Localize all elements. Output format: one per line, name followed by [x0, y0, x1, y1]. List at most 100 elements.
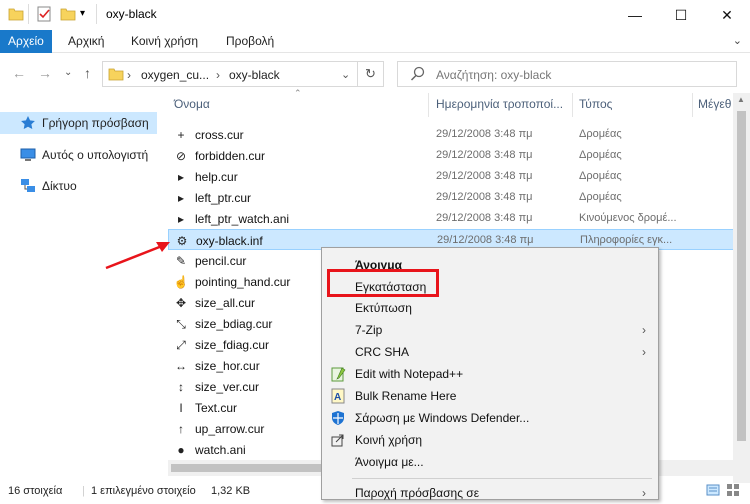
- expand-ribbon-icon[interactable]: ⌄: [733, 34, 742, 47]
- nav-item-network[interactable]: Δίκτυο: [0, 175, 157, 197]
- new-folder-icon[interactable]: [60, 6, 76, 22]
- nav-item-label: Αυτός ο υπολογιστή: [42, 148, 149, 162]
- column-type[interactable]: Τύπος: [579, 97, 612, 111]
- file-name: left_ptr.cur: [195, 191, 252, 205]
- address-row: ← → ⌄ ↑ › oxygen_cu... › oxy-black ⌄ ↻ Α…: [0, 53, 750, 93]
- menu-item-7zip[interactable]: 7-Zip ›: [322, 319, 658, 341]
- recent-locations-button[interactable]: ⌄: [64, 67, 72, 78]
- file-icon: ✥: [175, 296, 187, 310]
- file-icon: ▸: [177, 170, 185, 184]
- address-dropdown-icon[interactable]: ⌄: [341, 68, 350, 81]
- details-view-icon[interactable]: [706, 483, 720, 500]
- star-icon: [20, 115, 36, 131]
- breadcrumb-item[interactable]: oxygen_cu...: [141, 68, 209, 82]
- menu-item-label: Edit with Notepad++: [355, 367, 464, 381]
- file-name: pointing_hand.cur: [195, 275, 291, 289]
- file-icon: ▸: [177, 212, 185, 226]
- search-placeholder: Αναζήτηση: oxy-black: [436, 68, 552, 82]
- large-icons-view-icon[interactable]: [726, 483, 740, 500]
- share-icon: [330, 432, 346, 448]
- vertical-scrollbar[interactable]: ▲: [733, 93, 750, 483]
- file-name: size_hor.cur: [195, 359, 260, 373]
- menu-item-notepadpp[interactable]: Edit with Notepad++: [322, 363, 658, 385]
- title-bar: ▾ oxy-black — ☐ ✕: [0, 0, 750, 30]
- svg-text:A: A: [334, 392, 341, 403]
- forward-button[interactable]: →: [38, 65, 52, 81]
- bulk-rename-icon: A: [330, 388, 346, 404]
- tab-home[interactable]: Αρχική: [60, 30, 112, 53]
- submenu-arrow-icon: ›: [642, 323, 646, 337]
- file-type: Πληροφορίες εγκ...: [580, 234, 673, 246]
- tab-share[interactable]: Κοινή χρήση: [123, 30, 206, 53]
- minimize-button[interactable]: —: [612, 0, 658, 30]
- nav-item-this-pc[interactable]: Αυτός ο υπολογιστή: [0, 144, 157, 166]
- properties-icon[interactable]: [36, 6, 52, 22]
- table-row[interactable]: + cross.cur 29/12/2008 3:48 πμ Δρομέας: [168, 124, 738, 145]
- nav-item-quick-access[interactable]: Γρήγορη πρόσβαση: [0, 112, 157, 134]
- window-title: oxy-black: [106, 7, 157, 21]
- table-row[interactable]: ▸ help.cur 29/12/2008 3:48 πμ Δρομέας: [168, 166, 738, 187]
- menu-separator: [352, 478, 652, 479]
- file-icon: ▸: [177, 191, 185, 205]
- menu-item-print[interactable]: Εκτύπωση: [322, 297, 658, 319]
- windows-defender-icon: [330, 410, 346, 426]
- column-name[interactable]: Όνομα: [174, 97, 210, 111]
- tab-file[interactable]: Αρχείο: [0, 30, 52, 53]
- file-icon: ↕: [178, 380, 184, 394]
- breadcrumb-separator: ›: [216, 68, 220, 82]
- selected-count: 1 επιλεγμένο στοιχείο: [91, 485, 196, 497]
- file-type: Δρομέας: [579, 149, 622, 161]
- file-type: Δρομέας: [579, 191, 622, 203]
- folder-icon: [108, 66, 124, 85]
- file-name: size_ver.cur: [195, 380, 260, 394]
- back-button[interactable]: ←: [12, 65, 26, 81]
- folder-icon: [8, 6, 24, 22]
- maximize-button[interactable]: ☐: [658, 0, 704, 30]
- breadcrumb-item[interactable]: oxy-black: [229, 68, 280, 82]
- column-size[interactable]: Μέγεθ: [698, 97, 731, 111]
- search-icon: [410, 66, 426, 85]
- ribbon-tabs: Αρχείο Αρχική Κοινή χρήση Προβολή ⌄: [0, 30, 750, 53]
- table-row[interactable]: ▸ left_ptr_watch.ani 29/12/2008 3:48 πμ Κιν…: [168, 208, 738, 229]
- file-name: size_bdiag.cur: [195, 317, 273, 331]
- file-icon: ⤢: [176, 338, 186, 352]
- file-icon: I: [179, 401, 183, 415]
- menu-item-label: Κοινή χρήση: [355, 433, 423, 447]
- file-icon: ●: [177, 443, 185, 457]
- menu-item-crc-sha[interactable]: CRC SHA ›: [322, 341, 658, 363]
- file-date: 29/12/2008 3:48 πμ: [436, 170, 533, 182]
- customize-toolbar-icon[interactable]: ▾: [80, 8, 96, 24]
- file-name: size_all.cur: [195, 296, 256, 310]
- nav-item-label: Δίκτυο: [42, 179, 77, 193]
- breadcrumb-separator: ›: [127, 68, 131, 82]
- file-date: 29/12/2008 3:48 πμ: [436, 128, 533, 140]
- menu-item-give-access[interactable]: Παροχή πρόσβασης σε ›: [322, 482, 658, 504]
- file-date: 29/12/2008 3:48 πμ: [436, 212, 533, 224]
- menu-item-share[interactable]: Κοινή χρήση: [322, 429, 658, 451]
- annotation-arrow: [105, 242, 170, 270]
- file-name: Text.cur: [195, 401, 238, 415]
- table-row[interactable]: ▸ left_ptr.cur 29/12/2008 3:48 πμ Δρομέας: [168, 187, 738, 208]
- search-input[interactable]: Αναζήτηση: oxy-black: [397, 61, 737, 87]
- file-name: pencil.cur: [195, 254, 247, 268]
- vertical-scroll-thumb[interactable]: [737, 111, 746, 441]
- close-button[interactable]: ✕: [704, 0, 750, 30]
- up-button[interactable]: ↑: [84, 65, 91, 81]
- menu-item-label: Bulk Rename Here: [355, 389, 457, 403]
- notepadpp-icon: [330, 366, 346, 382]
- tab-view[interactable]: Προβολή: [218, 30, 282, 53]
- file-name: up_arrow.cur: [195, 422, 265, 436]
- file-name: forbidden.cur: [195, 149, 266, 163]
- menu-item-open-with[interactable]: Άνοιγμα με...: [322, 451, 658, 473]
- address-bar[interactable]: › oxygen_cu... › oxy-black ⌄ ↻: [102, 61, 384, 87]
- scroll-up-icon[interactable]: ▲: [737, 95, 745, 104]
- table-row[interactable]: ⊘ forbidden.cur 29/12/2008 3:48 πμ Δρομέας: [168, 145, 738, 166]
- menu-item-bulk-rename[interactable]: A Bulk Rename Here: [322, 385, 658, 407]
- refresh-button[interactable]: ↻: [357, 62, 383, 86]
- sort-ascending-icon: ⌃: [294, 88, 302, 98]
- file-type: Δρομέας: [579, 128, 622, 140]
- menu-item-defender-scan[interactable]: Σάρωση με Windows Defender...: [322, 407, 658, 429]
- menu-item-label: Άνοιγμα με...: [355, 455, 424, 469]
- column-date[interactable]: Ημερομηνία τροποποί...: [436, 97, 563, 111]
- file-type: Κινούμενος δρομέ...: [579, 212, 677, 224]
